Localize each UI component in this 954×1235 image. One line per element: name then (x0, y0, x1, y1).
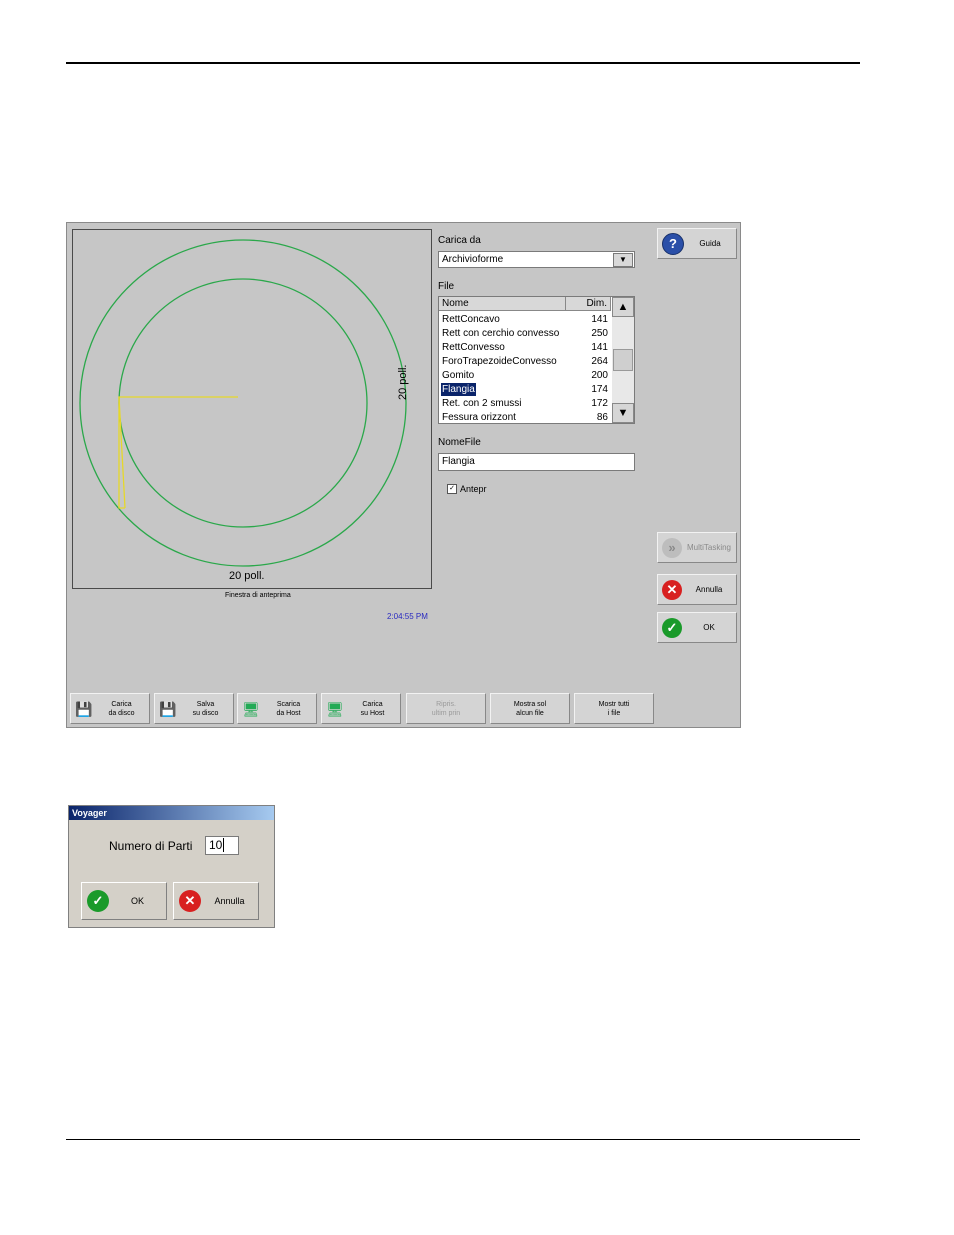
download-from-host-button[interactable]: 🖥 Scarica da Host (237, 693, 317, 724)
filename-value: Flangia (442, 456, 475, 467)
close-icon: ✕ (662, 579, 682, 600)
help-icon: ? (662, 232, 684, 255)
cut-lead-path (118, 396, 238, 509)
check-icon: ✓ (662, 617, 682, 638)
check-icon: ✓ (87, 890, 109, 912)
list-item[interactable]: RettConcavo 141 (439, 313, 611, 326)
cut-lead-diagonal (118, 396, 126, 509)
part-count-value: 10 (209, 838, 223, 852)
multitasking-icon: » (662, 537, 682, 558)
column-header-dim[interactable]: Dim. (566, 297, 611, 311)
help-button[interactable]: ? Guida (657, 228, 737, 259)
clock: 2:04:55 PM (387, 612, 428, 621)
multitasking-button[interactable]: » MultiTasking (657, 532, 737, 563)
load-from-select[interactable]: Archivioforme ▼ (438, 251, 635, 268)
list-item[interactable]: RettConvesso 141 (439, 341, 611, 354)
chevron-down-icon[interactable]: ▼ (613, 253, 633, 267)
dialog-ok-button[interactable]: ✓ OK (81, 882, 167, 920)
header-rule (66, 62, 860, 64)
preview-dim-right: 20 poll. (397, 364, 409, 400)
file-list[interactable]: Nome Dim. RettConcavo 141 Rett con cerch… (438, 296, 635, 424)
column-header-name[interactable]: Nome (439, 297, 566, 311)
inner-circle (118, 278, 368, 528)
filename-label: NomeFile (438, 437, 481, 448)
list-item[interactable]: ForoTrapezoideConvesso 264 (439, 355, 611, 368)
list-item[interactable]: Fessura orizzont 86 (439, 411, 611, 423)
preview-window: 20 poll. 20 poll. (72, 229, 432, 589)
part-count-input[interactable]: 10 (205, 836, 239, 855)
file-label: File (438, 281, 455, 292)
cancel-button[interactable]: ✕ Annulla (657, 574, 737, 605)
outer-circle (79, 239, 407, 567)
scroll-down-icon[interactable]: ▼ (612, 403, 634, 423)
preview-checkbox-label: Antepr (460, 484, 487, 494)
dialog-cancel-button[interactable]: ✕ Annulla (173, 882, 259, 920)
show-some-files-button[interactable]: Mostra sol alcun file (490, 693, 570, 724)
load-shape-screen: 20 poll. 20 poll. Finestra di anteprima … (66, 222, 741, 728)
load-from-disk-button[interactable]: 💾 Carica da disco (70, 693, 150, 724)
filename-input[interactable]: Flangia (438, 453, 635, 471)
preview-dim-bottom: 20 poll. (229, 570, 265, 582)
load-from-label: Carica da (438, 235, 481, 246)
disk-load-icon: 💾 (75, 700, 93, 717)
scroll-thumb[interactable] (613, 349, 633, 371)
disk-save-icon: 💾 (159, 700, 177, 717)
dialog-title: Voyager (69, 806, 274, 820)
load-from-value: Archivioforme (442, 254, 504, 265)
checkbox-check-icon[interactable]: ✓ (447, 484, 457, 494)
list-item[interactable]: Ret. con 2 smussi 172 (439, 397, 611, 410)
list-item-selected[interactable]: Flangia 174 (439, 383, 611, 396)
close-icon: ✕ (179, 890, 201, 912)
preview-drawing (79, 239, 407, 567)
voyager-dialog: Voyager Numero di Parti 10 ✓ OK ✕ Annull… (68, 805, 275, 928)
show-all-files-button[interactable]: Mostr tutti i file (574, 693, 654, 724)
restore-last-button[interactable]: Ripris. ultim prin (406, 693, 486, 724)
part-count-label: Numero di Parti (109, 839, 193, 853)
upload-to-host-button[interactable]: 🖥 Carica su Host (321, 693, 401, 724)
scroll-up-icon[interactable]: ▲ (612, 297, 634, 317)
host-download-icon: 🖥 (242, 700, 260, 717)
footer-rule (66, 1139, 860, 1140)
save-to-disk-button[interactable]: 💾 Salva su disco (154, 693, 234, 724)
preview-caption: Finestra di anteprima (225, 592, 291, 599)
preview-checkbox[interactable]: ✓ Antepr (447, 484, 487, 494)
host-upload-icon: 🖥 (326, 700, 344, 717)
list-item[interactable]: Gomito 200 (439, 369, 611, 382)
ok-button[interactable]: ✓ OK (657, 612, 737, 643)
list-item[interactable]: Rett con cerchio convesso 250 (439, 327, 611, 340)
file-list-scrollbar[interactable]: ▲ ▼ (612, 297, 634, 423)
